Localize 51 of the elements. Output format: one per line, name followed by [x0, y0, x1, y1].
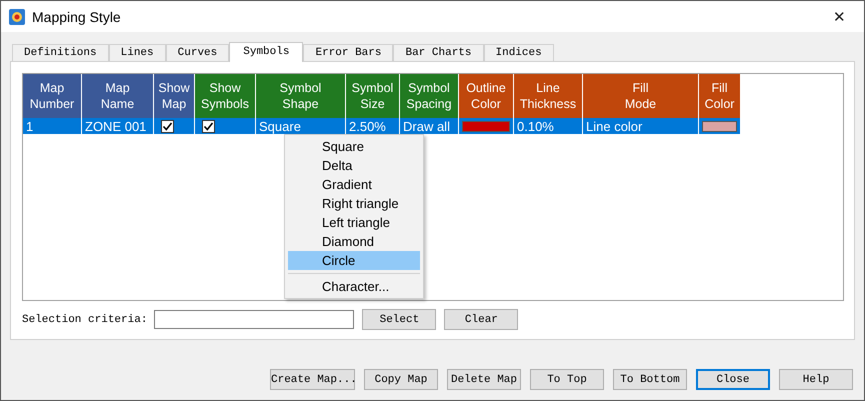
dialog-button[interactable]: Close — [696, 369, 770, 390]
menu-item[interactable]: Diamond — [288, 232, 420, 251]
column-header[interactable]: Map Name — [82, 74, 154, 118]
checkbox[interactable] — [161, 120, 174, 132]
menu-item[interactable]: Square — [288, 137, 420, 156]
column-header[interactable]: Symbol Size — [346, 74, 400, 118]
table-cell: Square — [259, 118, 301, 134]
tab[interactable]: Symbols — [229, 42, 304, 62]
column-header[interactable]: Line Thickness — [514, 74, 583, 118]
menu-item[interactable]: Right triangle — [288, 194, 420, 213]
tab[interactable]: Indices — [484, 44, 554, 61]
tab[interactable]: Curves — [166, 44, 230, 61]
app-icon — [9, 8, 25, 24]
dialog-button[interactable]: Delete Map — [447, 369, 521, 390]
dialog-button[interactable]: Copy Map — [364, 369, 438, 390]
menu-item[interactable]: Left triangle — [288, 213, 420, 232]
tab[interactable]: Bar Charts — [393, 44, 484, 61]
menu-item[interactable]: Circle — [288, 251, 420, 270]
selection-button[interactable]: Clear — [444, 309, 518, 330]
table-cell: Draw all — [403, 118, 450, 134]
column-header[interactable]: Fill Mode — [583, 74, 699, 118]
menu-item[interactable]: Delta — [288, 156, 420, 175]
table-cell: 1 — [26, 118, 34, 134]
dialog-button[interactable]: Help — [779, 369, 853, 390]
color-swatch[interactable] — [702, 120, 737, 132]
column-header[interactable]: Outline Color — [459, 74, 514, 118]
checkbox[interactable] — [202, 120, 215, 132]
color-swatch[interactable] — [462, 120, 510, 132]
column-header[interactable]: Fill Color — [699, 74, 741, 118]
menu-item[interactable]: Character... — [288, 277, 420, 296]
menu-item[interactable]: Gradient — [288, 175, 420, 194]
tab[interactable]: Definitions — [12, 44, 109, 61]
table-cell: 2.50% — [349, 118, 386, 134]
column-header[interactable]: Symbol Spacing — [400, 74, 459, 118]
column-header[interactable]: Show Symbols — [195, 74, 256, 118]
tab[interactable]: Lines — [108, 44, 166, 61]
table-cell: Line color — [586, 118, 642, 134]
dialog-button[interactable]: To Top — [530, 369, 604, 390]
column-header[interactable]: Symbol Shape — [256, 74, 346, 118]
column-header[interactable]: Show Map — [154, 74, 195, 118]
selection-field[interactable] — [154, 310, 354, 329]
dialog-button[interactable]: To Bottom — [613, 369, 687, 390]
selection-button[interactable]: Select — [362, 309, 436, 330]
selection-label: Selection criteria: — [22, 314, 148, 326]
table-cell: ZONE 001 — [85, 118, 146, 134]
table-cell: 0.10% — [517, 118, 554, 134]
dialog-button[interactable]: Create Map... — [270, 369, 355, 390]
close-button[interactable]: ✕ — [823, 8, 856, 26]
column-header[interactable]: Map Number — [23, 74, 82, 118]
tab[interactable]: Error Bars — [303, 44, 394, 61]
window-title: Mapping Style — [32, 8, 121, 24]
